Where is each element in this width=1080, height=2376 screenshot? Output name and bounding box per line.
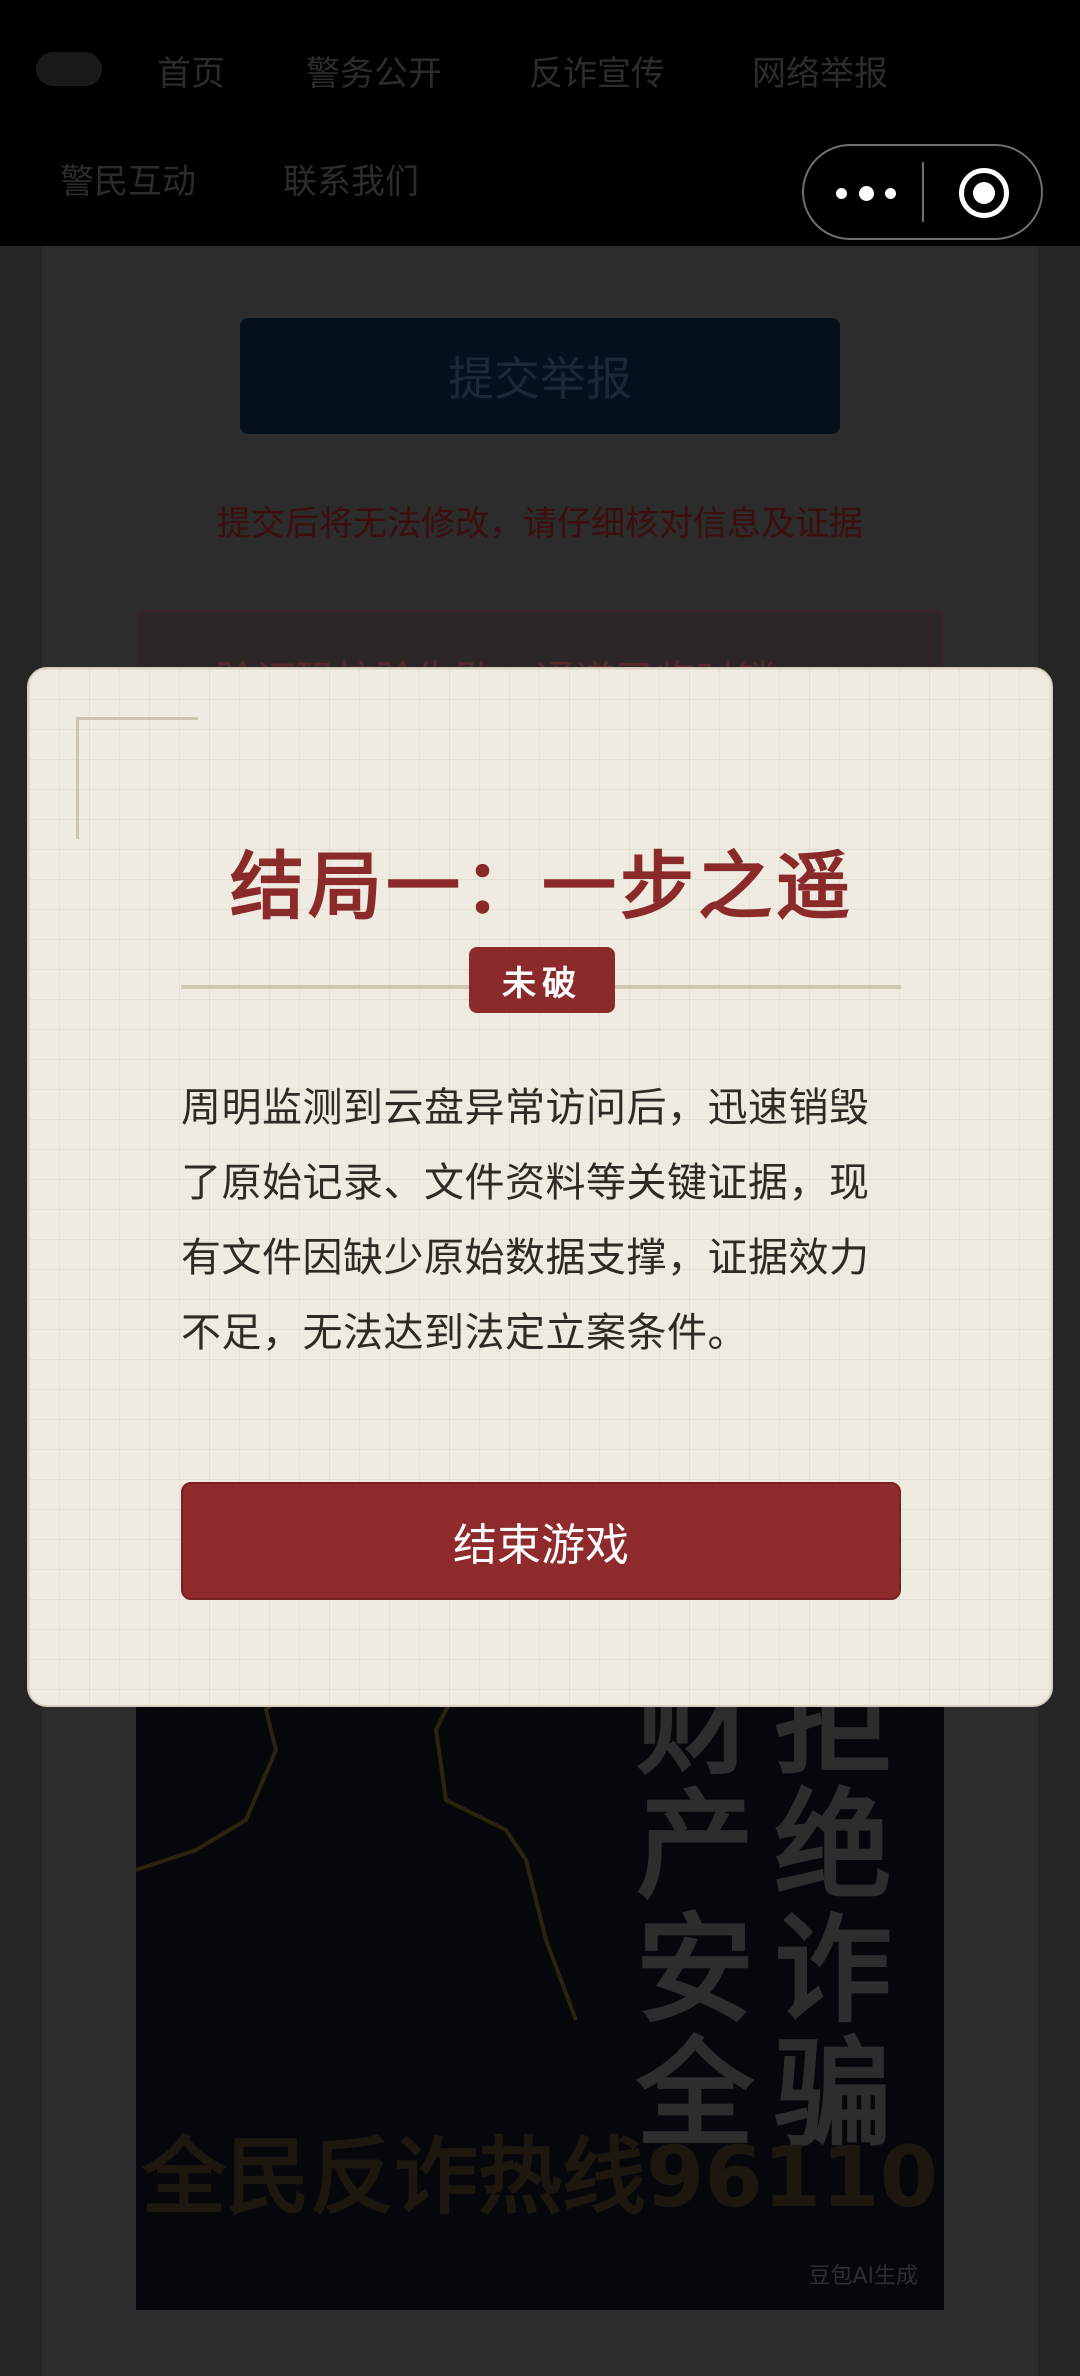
corner-ornament-vertical (76, 717, 79, 839)
status-badge: 未破 (469, 947, 615, 1013)
ending-dialog: 结局一：一步之遥 未破 周明监测到云盘异常访问后，迅速销毁了原始记录、文件资料等… (27, 667, 1053, 1707)
dialog-body: 周明监测到云盘异常访问后，迅速销毁了原始记录、文件资料等关键证据，现有文件因缺少… (181, 1085, 870, 1356)
dialog-title: 结局一：一步之遥 (230, 844, 854, 930)
end-game-button[interactable]: 结束游戏 (181, 1482, 901, 1600)
corner-ornament (76, 717, 198, 720)
